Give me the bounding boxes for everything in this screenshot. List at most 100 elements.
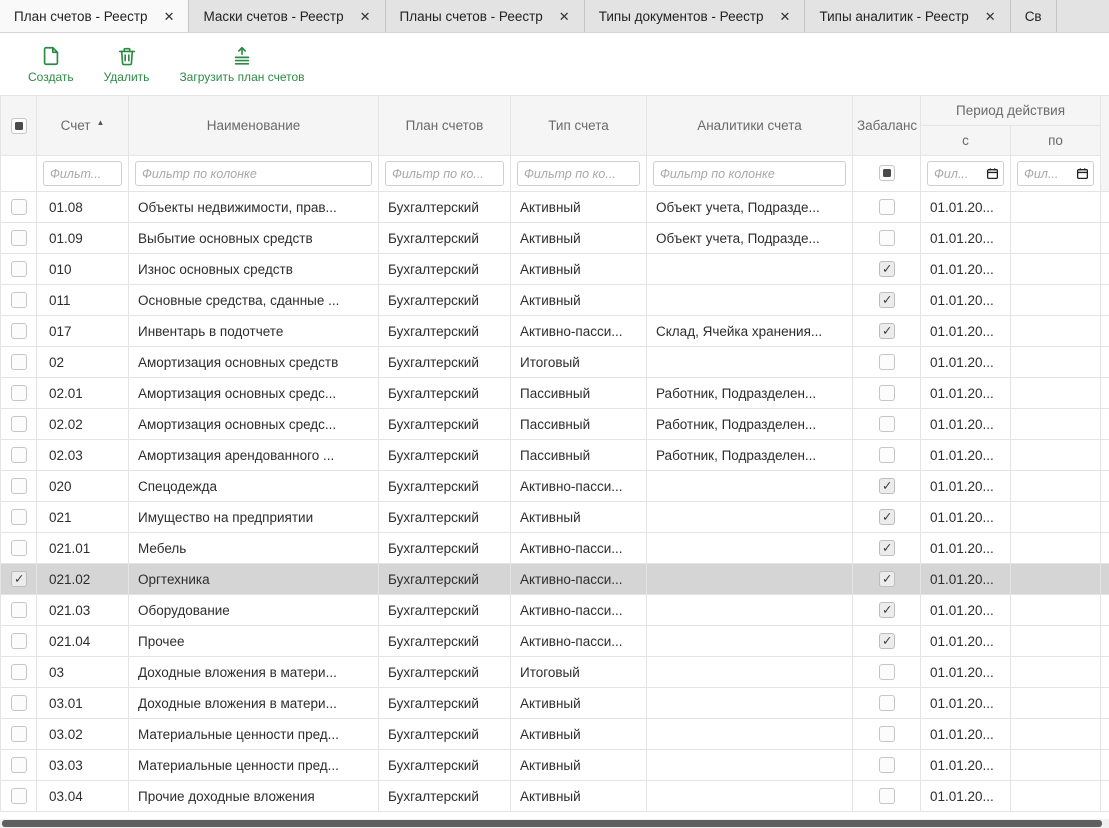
close-icon[interactable]: ✕: [985, 10, 996, 23]
period-to-filter[interactable]: [1017, 161, 1094, 186]
offbalance-checkbox[interactable]: [879, 261, 895, 277]
close-icon[interactable]: ✕: [164, 10, 175, 23]
calendar-icon[interactable]: [1076, 167, 1089, 180]
row-select-checkbox[interactable]: [11, 602, 27, 618]
tab-plany-schetov-reestr[interactable]: Планы счетов - Реестр ✕: [386, 0, 585, 32]
table-row[interactable]: 020СпецодеждаБухгалтерскийАктивно-пасси.…: [1, 471, 1109, 502]
table-row[interactable]: 02Амортизация основных средствБухгалтерс…: [1, 347, 1109, 378]
offbalance-checkbox[interactable]: [879, 416, 895, 432]
offbalance-checkbox[interactable]: [879, 633, 895, 649]
create-button[interactable]: Создать: [18, 41, 84, 88]
row-select-checkbox[interactable]: [11, 695, 27, 711]
row-select-checkbox[interactable]: [11, 447, 27, 463]
table-row[interactable]: 03.01Доходные вложения в матери...Бухгал…: [1, 688, 1109, 719]
tab-maski-schetov-reestr[interactable]: Маски счетов - Реестр ✕: [189, 0, 385, 32]
table-row[interactable]: 021.02ОргтехникаБухгалтерскийАктивно-пас…: [1, 564, 1109, 595]
calendar-icon[interactable]: [986, 167, 999, 180]
row-select-checkbox[interactable]: [11, 230, 27, 246]
analytics-filter-input[interactable]: [653, 161, 846, 186]
period-from-filter[interactable]: [927, 161, 1004, 186]
row-select-checkbox[interactable]: [11, 292, 27, 308]
table-row[interactable]: 021.01МебельБухгалтерскийАктивно-пасси..…: [1, 533, 1109, 564]
row-select-checkbox[interactable]: [11, 664, 27, 680]
column-header-period-from[interactable]: с: [921, 126, 1011, 156]
tab-plan-schetov-reestr[interactable]: План счетов - Реестр ✕: [0, 0, 189, 33]
offbalance-checkbox[interactable]: [879, 540, 895, 556]
table-row[interactable]: 021.04ПрочееБухгалтерскийАктивно-пасси..…: [1, 626, 1109, 657]
period-from-filter-input[interactable]: [934, 167, 984, 181]
offbalance-checkbox[interactable]: [879, 509, 895, 525]
offbalance-checkbox[interactable]: [879, 323, 895, 339]
table-row[interactable]: 03.04Прочие доходные вложенияБухгалтерск…: [1, 781, 1109, 812]
tab-truncated[interactable]: Св: [1011, 0, 1057, 32]
row-select-checkbox[interactable]: [11, 354, 27, 370]
table-row[interactable]: 011Основные средства, сданные ...Бухгалт…: [1, 285, 1109, 316]
offbalance-checkbox[interactable]: [879, 354, 895, 370]
account-filter-input[interactable]: [43, 161, 122, 186]
offbalance-checkbox[interactable]: [879, 695, 895, 711]
table-row[interactable]: 02.01Амортизация основных средс...Бухгал…: [1, 378, 1109, 409]
table-row[interactable]: 01.09Выбытие основных средствБухгалтерск…: [1, 223, 1109, 254]
column-header-offbalance[interactable]: Забаланс: [853, 96, 921, 156]
table-row[interactable]: 010Износ основных средствБухгалтерскийАк…: [1, 254, 1109, 285]
offbalance-checkbox[interactable]: [879, 230, 895, 246]
row-select-cell: [1, 781, 37, 812]
column-header-analytics[interactable]: Аналитики счета: [647, 96, 853, 156]
table-row[interactable]: 03Доходные вложения в матери...Бухгалтер…: [1, 657, 1109, 688]
horizontal-scrollbar[interactable]: [0, 819, 1109, 828]
column-header-period-to[interactable]: по: [1011, 126, 1101, 156]
table-row[interactable]: 02.03Амортизация арендованного ...Бухгал…: [1, 440, 1109, 471]
table-row[interactable]: 02.02Амортизация основных средс...Бухгал…: [1, 409, 1109, 440]
table-row[interactable]: 03.03Материальные ценности пред...Бухгал…: [1, 750, 1109, 781]
table-row[interactable]: 01.08Объекты недвижимости, прав...Бухгал…: [1, 192, 1109, 223]
offbalance-checkbox[interactable]: [879, 478, 895, 494]
offbalance-checkbox[interactable]: [879, 199, 895, 215]
offbalance-filter-checkbox[interactable]: [879, 165, 895, 181]
row-select-checkbox[interactable]: [11, 540, 27, 556]
row-select-checkbox[interactable]: [11, 726, 27, 742]
row-select-checkbox[interactable]: [11, 261, 27, 277]
tab-tipy-dokumentov-reestr[interactable]: Типы документов - Реестр ✕: [585, 0, 806, 32]
period-to-filter-input[interactable]: [1024, 167, 1074, 181]
select-all-checkbox[interactable]: [11, 118, 27, 134]
row-select-checkbox[interactable]: [11, 571, 27, 587]
row-select-checkbox[interactable]: [11, 199, 27, 215]
offbalance-checkbox[interactable]: [879, 292, 895, 308]
column-header-account[interactable]: Счет▲: [37, 96, 129, 156]
row-select-checkbox[interactable]: [11, 416, 27, 432]
close-icon[interactable]: ✕: [360, 10, 371, 23]
offbalance-checkbox[interactable]: [879, 726, 895, 742]
offbalance-checkbox[interactable]: [879, 385, 895, 401]
delete-button[interactable]: Удалить: [94, 41, 160, 88]
table-row[interactable]: 021Имущество на предприятииБухгалтерский…: [1, 502, 1109, 533]
offbalance-checkbox[interactable]: [879, 664, 895, 680]
offbalance-checkbox[interactable]: [879, 447, 895, 463]
tab-tipy-analitik-reestr[interactable]: Типы аналитик - Реестр ✕: [805, 0, 1010, 32]
row-select-cell: [1, 254, 37, 285]
row-select-checkbox[interactable]: [11, 788, 27, 804]
name-filter-input[interactable]: [135, 161, 372, 186]
load-chart-of-accounts-button[interactable]: Загрузить план счетов: [169, 41, 314, 88]
horizontal-scrollbar-thumb[interactable]: [2, 820, 1102, 827]
close-icon[interactable]: ✕: [559, 10, 570, 23]
offbalance-checkbox[interactable]: [879, 571, 895, 587]
row-select-checkbox[interactable]: [11, 323, 27, 339]
row-select-checkbox[interactable]: [11, 757, 27, 773]
table-row[interactable]: 021.03ОборудованиеБухгалтерскийАктивно-п…: [1, 595, 1109, 626]
row-select-checkbox[interactable]: [11, 385, 27, 401]
offbalance-checkbox[interactable]: [879, 788, 895, 804]
column-header-name[interactable]: Наименование: [129, 96, 379, 156]
row-select-checkbox[interactable]: [11, 478, 27, 494]
column-header-plan[interactable]: План счетов: [379, 96, 511, 156]
offbalance-checkbox[interactable]: [879, 757, 895, 773]
cell-offbalance: [853, 378, 921, 409]
type-filter-input[interactable]: [517, 161, 640, 186]
table-row[interactable]: 03.02Материальные ценности пред...Бухгал…: [1, 719, 1109, 750]
row-select-checkbox[interactable]: [11, 633, 27, 649]
column-header-type[interactable]: Тип счета: [511, 96, 647, 156]
plan-filter-input[interactable]: [385, 161, 504, 186]
close-icon[interactable]: ✕: [780, 10, 791, 23]
row-select-checkbox[interactable]: [11, 509, 27, 525]
table-row[interactable]: 017Инвентарь в подотчетеБухгалтерскийАкт…: [1, 316, 1109, 347]
offbalance-checkbox[interactable]: [879, 602, 895, 618]
